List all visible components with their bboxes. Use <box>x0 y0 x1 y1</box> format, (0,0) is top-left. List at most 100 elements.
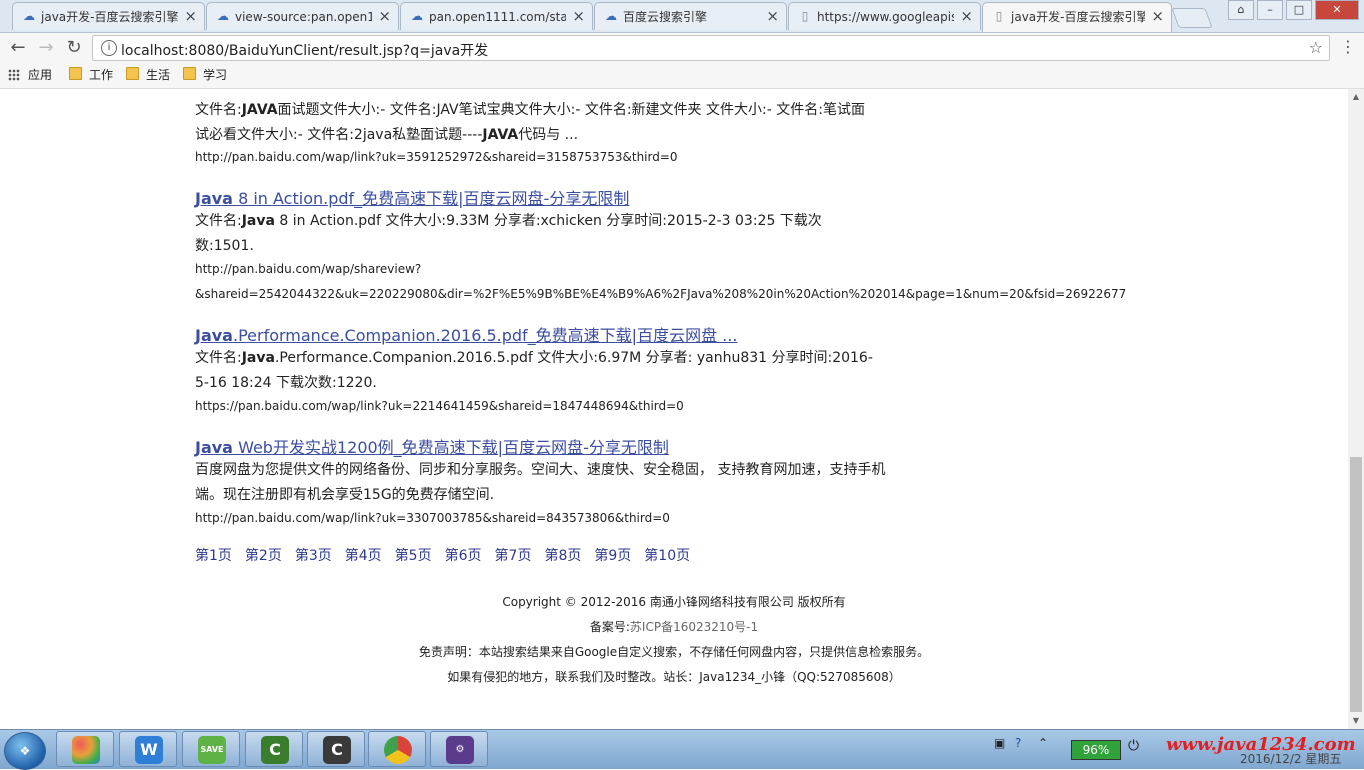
start-button[interactable]: ❖ <box>4 732 46 770</box>
tab-java-dev[interactable]: ☁ java开发-百度云搜索引擎 × <box>12 2 205 30</box>
menu-icon[interactable]: ⋮ <box>1338 37 1358 57</box>
result-snippet: 端。现在注册即有机会享受15G的免费存储空间. <box>195 487 495 503</box>
eclipse-icon: ⚙ <box>446 736 474 764</box>
folder-icon <box>183 67 196 80</box>
taskbar-app[interactable]: SAVE <box>182 731 240 767</box>
page-link-3[interactable]: 第3页 <box>295 548 332 564</box>
page-link-10[interactable]: 第10页 <box>644 548 690 564</box>
maximize-button[interactable]: □ <box>1286 0 1312 20</box>
bookmark-apps[interactable]: 应用 <box>8 67 52 83</box>
taskbar-app[interactable] <box>368 731 426 767</box>
close-icon[interactable]: × <box>184 7 197 25</box>
tab-baidu-search[interactable]: ☁ 百度云搜索引擎 × <box>594 2 787 30</box>
result-url: &shareid=2542044322&uk=220229080&dir=%2F… <box>195 287 1127 301</box>
help-icon[interactable]: ? <box>1015 736 1021 750</box>
result-snippet: 文件名:JAVA面试题文件大小:- 文件名:JAV笔试宝典文件大小:- 文件名:… <box>195 102 865 118</box>
result-url: http://pan.baidu.com/wap/shareview? <box>195 262 422 276</box>
page-link-6[interactable]: 第6页 <box>445 548 482 564</box>
page-link-7[interactable]: 第7页 <box>495 548 532 564</box>
result-snippet: 文件名:Java 8 in Action.pdf 文件大小:9.33M 分享者:… <box>195 213 822 229</box>
baidu-cloud-icon: ☁ <box>217 9 229 23</box>
browser-toolbar: ← → ↻ i localhost:8080/BaiduYunClient/re… <box>0 33 1364 63</box>
bookmark-study[interactable]: 学习 <box>183 67 227 83</box>
address-bar[interactable]: i localhost:8080/BaiduYunClient/result.j… <box>92 35 1330 61</box>
result-url: http://pan.baidu.com/wap/link?uk=3591252… <box>195 150 678 164</box>
footer-contact: 如果有侵犯的地方，联系我们及时整改。站长：Java1234_小锋（QQ:5270… <box>447 670 901 684</box>
wps-icon: W <box>135 736 163 764</box>
result-snippet: 百度网盘为您提供文件的网络备份、同步和分享服务。空间大、速度快、安全稳固， 支持… <box>195 462 886 478</box>
windows-logo-icon: ❖ <box>19 744 31 758</box>
page-link-9[interactable]: 第9页 <box>594 548 631 564</box>
page-link-1[interactable]: 第1页 <box>195 548 232 564</box>
taskbar-app[interactable]: C <box>245 731 303 767</box>
tab-strip: ☁ java开发-百度云搜索引擎 × ☁ view-source:pan.ope… <box>0 0 1364 33</box>
pagination: 第1页 第2页 第3页 第4页 第5页 第6页 第7页 第8页 第9页 第10页 <box>195 545 703 565</box>
forward-arrow-icon[interactable]: → <box>34 37 58 59</box>
result-snippet: 5-16 18:24 下载次数:1220. <box>195 375 377 391</box>
close-icon[interactable]: × <box>572 7 585 25</box>
taskbar-app[interactable]: W <box>119 731 177 767</box>
scroll-thumb[interactable] <box>1350 457 1362 712</box>
camtasia-recorder-icon: C <box>323 736 351 764</box>
page-icon: ▯ <box>995 9 1003 23</box>
folder-icon <box>69 67 82 80</box>
tab-java-dev-active[interactable]: ▯ java开发-百度云搜索引擎 × <box>982 2 1172 32</box>
taskbar-app[interactable] <box>56 731 114 767</box>
close-icon[interactable]: × <box>378 7 391 25</box>
user-icon[interactable]: ⌂ <box>1228 0 1254 20</box>
tab-view-source[interactable]: ☁ view-source:pan.open1111.com × <box>206 2 399 30</box>
close-icon[interactable]: × <box>1151 7 1164 25</box>
result-snippet: 试必看文件大小:- 文件名:2java私塾面试题----JAVA代码与 ... <box>195 127 579 143</box>
camtasia-icon: C <box>261 736 289 764</box>
result-url: https://pan.baidu.com/wap/link?uk=221464… <box>195 399 684 413</box>
result-url: http://pan.baidu.com/wap/link?uk=3307003… <box>195 511 670 525</box>
apps-icon <box>8 69 20 81</box>
taskbar: ❖ W SAVE C C ⚙ ▣ ? ⌃ 96% ⏻ www.java1234.… <box>0 729 1364 770</box>
page-link-4[interactable]: 第4页 <box>345 548 382 564</box>
tab-pan-static[interactable]: ☁ pan.open1111.com/static × <box>400 2 593 30</box>
clock-date[interactable]: 2016/12/2 星期五 <box>1240 750 1341 767</box>
baidu-cloud-icon: ☁ <box>23 9 35 23</box>
star-icon[interactable]: ☆ <box>1309 38 1323 57</box>
address-url[interactable]: localhost:8080/BaiduYunClient/result.jsp… <box>121 40 488 60</box>
scrollbar[interactable]: ▲ ▼ <box>1348 89 1364 729</box>
power-plug-icon: ⏻ <box>1128 738 1140 754</box>
bookmarks-bar: 应用 工作 生活 学习 <box>0 63 1364 89</box>
page-icon: ▯ <box>801 9 809 23</box>
baidu-cloud-icon: ☁ <box>411 9 423 23</box>
page-link-8[interactable]: 第8页 <box>544 548 581 564</box>
bookmark-life[interactable]: 生活 <box>126 67 170 83</box>
save-app-icon: SAVE <box>198 736 226 764</box>
new-tab-button[interactable] <box>1171 8 1213 28</box>
taskbar-app[interactable]: ⚙ <box>430 731 488 767</box>
info-icon[interactable]: i <box>101 40 117 56</box>
page-content: 文件名:JAVA面试题文件大小:- 文件名:JAV笔试宝典文件大小:- 文件名:… <box>0 89 1348 729</box>
scroll-up-arrow-icon[interactable]: ▲ <box>1348 89 1364 105</box>
baidu-cloud-icon: ☁ <box>605 9 617 23</box>
close-icon[interactable]: × <box>766 7 779 25</box>
battery-indicator[interactable]: 96% <box>1071 740 1121 760</box>
tab-googleapis[interactable]: ▯ https://www.googleapis.com × <box>788 2 981 30</box>
result-title-link[interactable]: Java.Performance.Companion.2016.5.pdf_免费… <box>195 322 737 346</box>
scroll-down-arrow-icon[interactable]: ▼ <box>1348 713 1364 729</box>
close-icon[interactable]: × <box>960 7 973 25</box>
chrome-icon <box>384 736 412 764</box>
reload-icon[interactable]: ↻ <box>62 37 86 59</box>
icp-link[interactable]: 苏ICP备16023210号-1 <box>630 620 758 634</box>
minimize-button[interactable]: – <box>1257 0 1283 20</box>
network-icon[interactable]: ▣ <box>994 736 1005 750</box>
result-snippet: 文件名:Java.Performance.Companion.2016.5.pd… <box>195 350 873 366</box>
color-app-icon <box>72 736 100 764</box>
result-title-link[interactable]: Java Web开发实战1200例_免费高速下载|百度云网盘-分享无限制 <box>195 434 669 458</box>
back-arrow-icon[interactable]: ← <box>6 37 30 59</box>
tray-expand-icon[interactable]: ⌃ <box>1038 736 1048 750</box>
close-window-button[interactable]: ✕ <box>1315 0 1359 20</box>
footer-copyright: Copyright © 2012-2016 南通小锋网络科技有限公司 版权所有 <box>502 595 846 609</box>
result-title-link[interactable]: Java 8 in Action.pdf_免费高速下载|百度云网盘-分享无限制 <box>195 185 629 209</box>
result-snippet: 数:1501. <box>195 238 254 254</box>
page-link-5[interactable]: 第5页 <box>395 548 432 564</box>
bookmark-work[interactable]: 工作 <box>69 67 113 83</box>
taskbar-app[interactable]: C <box>307 731 365 767</box>
page-link-2[interactable]: 第2页 <box>245 548 282 564</box>
footer-disclaimer: 免责声明：本站搜索结果来自Google自定义搜索，不存储任何网盘内容，只提供信息… <box>418 645 930 659</box>
